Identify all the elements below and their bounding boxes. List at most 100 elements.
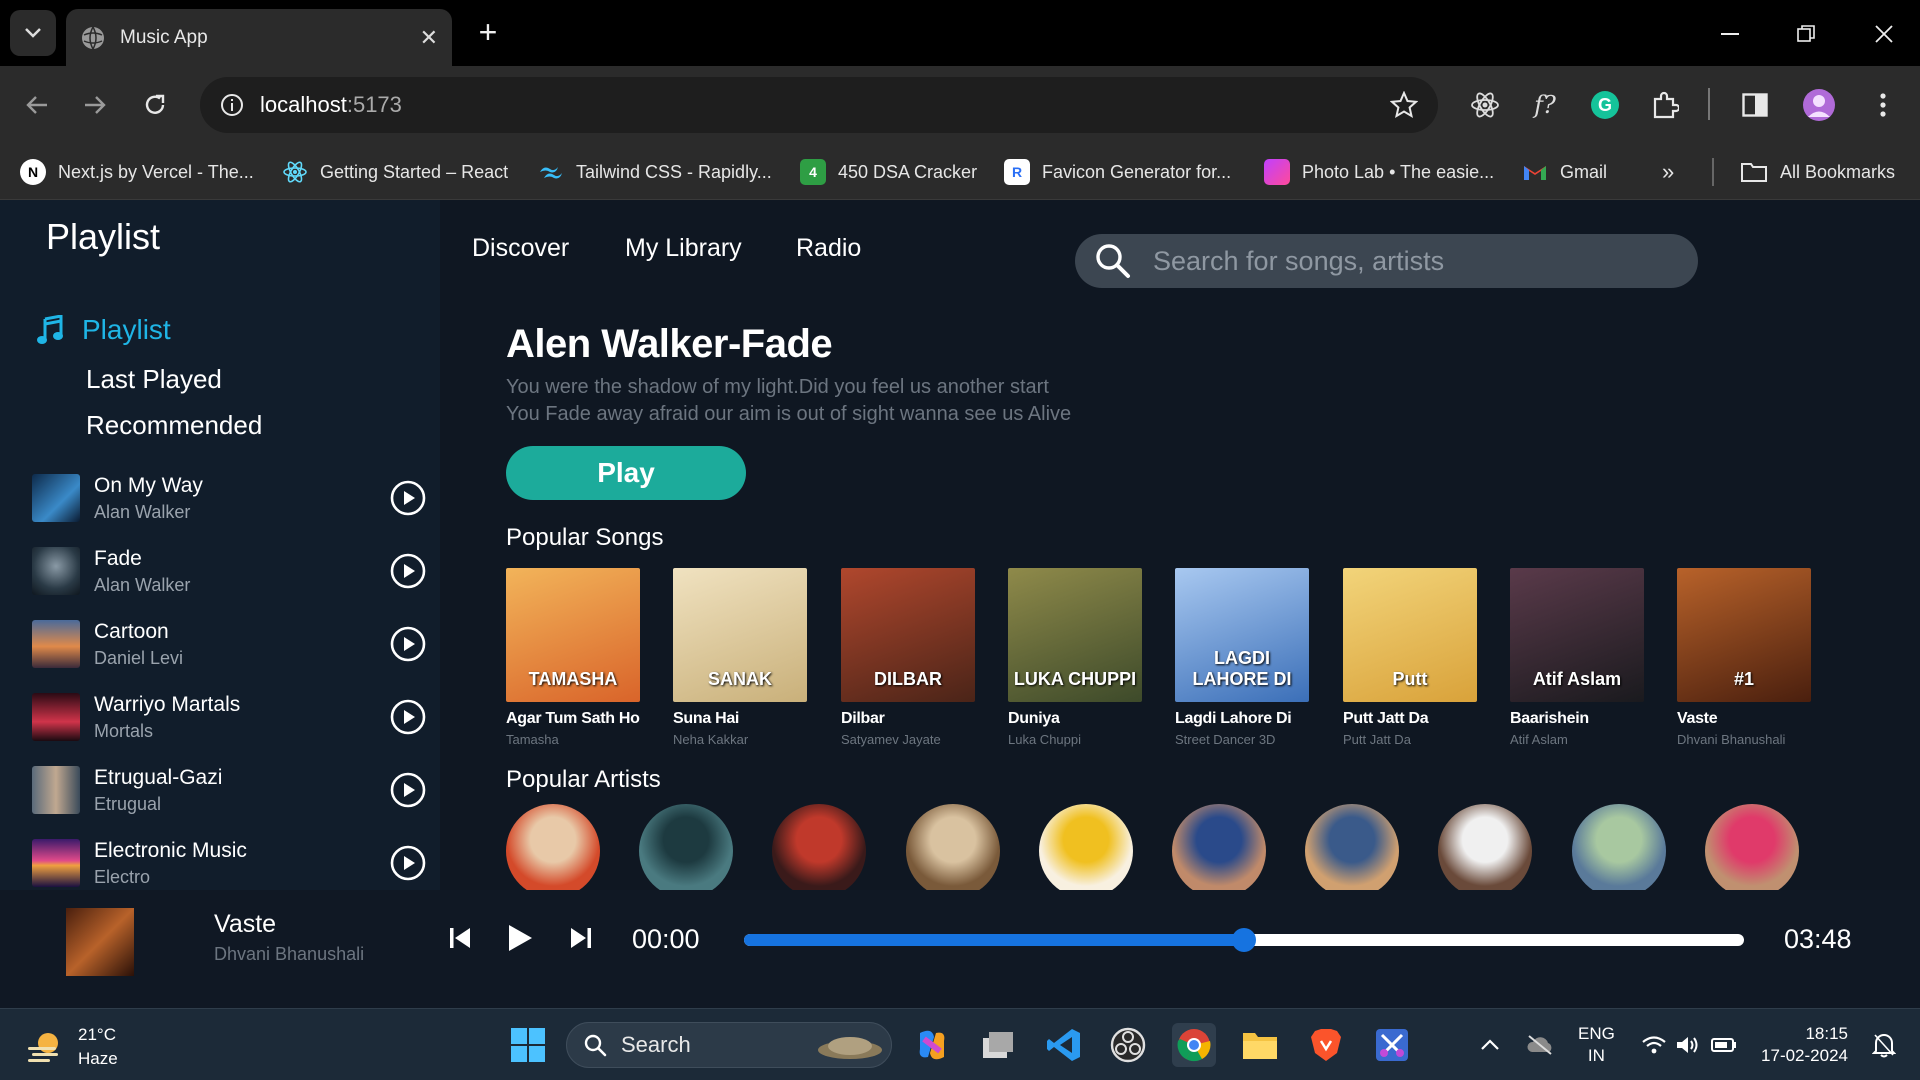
reload-button[interactable]	[134, 84, 176, 126]
progress-bar[interactable]	[744, 928, 1744, 952]
play-circle-icon[interactable]	[390, 626, 426, 662]
show-hidden-icons-button[interactable]	[1468, 1023, 1512, 1067]
artist-avatar[interactable]	[1572, 804, 1666, 898]
song-row[interactable]: Fade Alan Walker	[32, 541, 432, 601]
album-card[interactable]: Putt Putt Jatt Da Putt Jatt Da	[1343, 568, 1477, 747]
profile-avatar[interactable]	[1800, 86, 1838, 124]
close-tab-icon[interactable]: ✕	[420, 25, 438, 51]
obs-button[interactable]	[1106, 1023, 1150, 1067]
artist-avatar[interactable]	[639, 804, 733, 898]
browser-menu-button[interactable]	[1864, 86, 1902, 124]
song-row[interactable]: Cartoon Daniel Levi	[32, 614, 432, 674]
nav-recommended[interactable]: Recommended	[86, 410, 262, 441]
notifications-button[interactable]	[1862, 1023, 1906, 1067]
album-cover[interactable]: #1	[1677, 568, 1811, 702]
album-card[interactable]: TAMASHA Agar Tum Sath Ho Tamasha	[506, 568, 640, 747]
bookmark-star-icon[interactable]	[1390, 91, 1418, 119]
restore-button[interactable]	[1786, 14, 1826, 54]
album-card[interactable]: Atif Aslam Baarishein Atif Aslam	[1510, 568, 1644, 747]
brave-button[interactable]	[1304, 1023, 1348, 1067]
bookmark-nextjs[interactable]: N Next.js by Vercel - The...	[20, 158, 254, 186]
task-view-icon	[983, 1032, 1013, 1058]
bookmark-tailwind[interactable]: Tailwind CSS - Rapidly...	[538, 158, 772, 186]
side-panel-button[interactable]	[1736, 86, 1774, 124]
progress-knob[interactable]	[1232, 928, 1256, 952]
browser-tab[interactable]: Music App ✕	[66, 9, 452, 66]
artist-avatar[interactable]	[1305, 804, 1399, 898]
play-circle-icon[interactable]	[390, 480, 426, 516]
album-card[interactable]: LAGDI LAHORE DI Lagdi Lahore Di Street Dan…	[1175, 568, 1309, 747]
artist-avatar[interactable]	[1438, 804, 1532, 898]
bookmark-react[interactable]: Getting Started – React	[282, 158, 508, 186]
grammarly-extension[interactable]: G	[1586, 86, 1624, 124]
site-info-icon[interactable]	[220, 93, 244, 117]
play-circle-icon[interactable]	[390, 553, 426, 589]
nav-radio[interactable]: Radio	[796, 234, 861, 263]
language-indicator[interactable]: ENG IN	[1578, 1023, 1615, 1067]
copilot-button[interactable]	[910, 1023, 954, 1067]
close-window-button[interactable]	[1864, 14, 1904, 54]
forward-button[interactable]	[74, 84, 116, 126]
song-row[interactable]: Electronic Music Electro	[32, 833, 432, 893]
previous-button[interactable]	[442, 920, 478, 956]
bookmark-photolab[interactable]: Photo Lab • The easie...	[1264, 158, 1494, 186]
weather-widget[interactable]: 21°C Haze	[26, 1023, 118, 1071]
taskbar-search[interactable]: Search	[566, 1022, 892, 1068]
song-row[interactable]: Warriyo Martals Mortals	[32, 687, 432, 747]
all-bookmarks-button[interactable]: All Bookmarks	[1740, 158, 1895, 186]
clock[interactable]: 18:15 17-02-2024	[1760, 1023, 1848, 1067]
nav-my-library[interactable]: My Library	[625, 234, 742, 263]
search-input[interactable]	[1153, 245, 1673, 277]
nav-playlist[interactable]: Playlist	[36, 314, 171, 346]
start-button[interactable]	[506, 1023, 550, 1067]
album-card[interactable]: DILBAR Dilbar Satyamev Jayate	[841, 568, 975, 747]
tab-search-button[interactable]	[10, 10, 56, 56]
album-cover[interactable]: LUKA CHUPPI	[1008, 568, 1142, 702]
back-button[interactable]	[16, 84, 58, 126]
onedrive-button[interactable]	[1518, 1023, 1562, 1067]
address-bar[interactable]: localhost:5173	[200, 77, 1438, 133]
album-cover[interactable]: LAGDI LAHORE DI	[1175, 568, 1309, 702]
artist-avatar[interactable]	[772, 804, 866, 898]
album-title: Duniya	[1008, 710, 1060, 727]
artist-avatar[interactable]	[906, 804, 1000, 898]
play-circle-icon[interactable]	[390, 699, 426, 735]
react-devtools-extension[interactable]	[1466, 86, 1504, 124]
bookmark-favicon[interactable]: R Favicon Generator for...	[1004, 158, 1231, 186]
bookmark-gmail[interactable]: Gmail	[1522, 158, 1607, 186]
next-button[interactable]	[563, 920, 599, 956]
artist-avatar[interactable]	[1039, 804, 1133, 898]
font-finder-extension[interactable]: f?	[1526, 86, 1564, 124]
song-row[interactable]: Etrugual-Gazi Etrugual	[32, 760, 432, 820]
extensions-button[interactable]	[1646, 86, 1684, 124]
minimize-button[interactable]	[1710, 14, 1750, 54]
album-card[interactable]: SANAK Suna Hai Neha Kakkar	[673, 568, 807, 747]
more-bookmarks-button[interactable]: »	[1662, 158, 1674, 186]
play-circle-icon[interactable]	[390, 772, 426, 808]
album-cover[interactable]: Putt	[1343, 568, 1477, 702]
song-row[interactable]: On My Way Alan Walker	[32, 468, 432, 528]
play-pause-button[interactable]	[502, 920, 538, 956]
album-cover[interactable]: SANAK	[673, 568, 807, 702]
album-cover[interactable]: TAMASHA	[506, 568, 640, 702]
album-cover[interactable]: DILBAR	[841, 568, 975, 702]
vscode-button[interactable]	[1042, 1023, 1086, 1067]
album-cover[interactable]: Atif Aslam	[1510, 568, 1644, 702]
album-card[interactable]: #1 Vaste Dhvani Bhanushali	[1677, 568, 1811, 747]
play-circle-icon[interactable]	[390, 845, 426, 881]
artist-avatar[interactable]	[1705, 804, 1799, 898]
snipping-tool-button[interactable]	[1370, 1023, 1414, 1067]
album-card[interactable]: LUKA CHUPPI Duniya Luka Chuppi	[1008, 568, 1142, 747]
task-view-button[interactable]	[976, 1023, 1020, 1067]
chrome-button[interactable]	[1172, 1023, 1216, 1067]
tailwind-icon	[538, 159, 564, 185]
artist-avatar[interactable]	[1172, 804, 1266, 898]
bookmark-dsa[interactable]: 4 450 DSA Cracker	[800, 158, 977, 186]
artist-avatar[interactable]	[506, 804, 600, 898]
nav-last-played[interactable]: Last Played	[86, 364, 222, 395]
battery-button[interactable]	[1702, 1023, 1746, 1067]
new-tab-button[interactable]: +	[470, 14, 506, 50]
file-explorer-button[interactable]	[1238, 1023, 1282, 1067]
hero-play-button[interactable]: Play	[506, 446, 746, 500]
nav-discover[interactable]: Discover	[472, 234, 569, 263]
